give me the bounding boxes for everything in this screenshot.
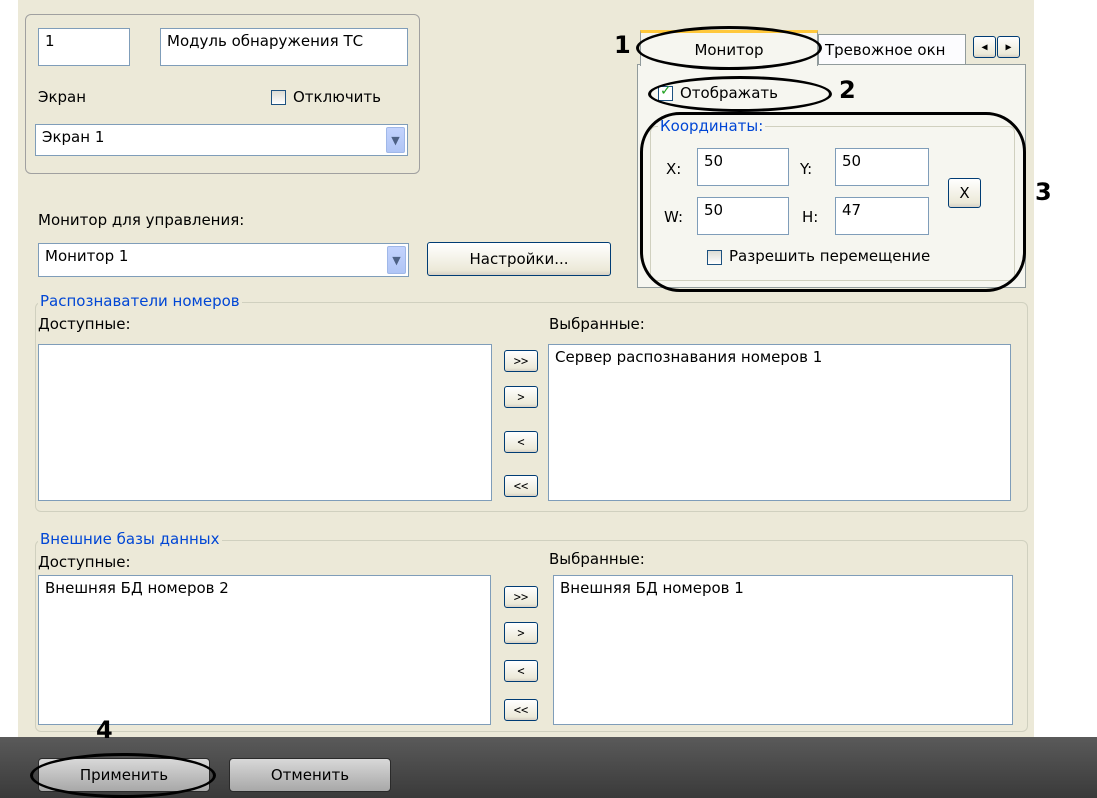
external-db-legend: Внешние базы данных bbox=[38, 530, 222, 548]
tab-monitor-label: Монитор bbox=[694, 40, 764, 59]
callout-number-4: 4 bbox=[96, 716, 113, 744]
recognizers-remove-button[interactable]: < bbox=[504, 431, 538, 453]
apply-button[interactable]: Применить bbox=[38, 758, 210, 792]
recognizers-add-button[interactable]: > bbox=[504, 386, 538, 408]
h-field[interactable]: 47 bbox=[835, 197, 929, 235]
chevron-left-icon: ◀ bbox=[981, 41, 988, 53]
external-db-selected-list[interactable]: Внешняя БД номеров 1 bbox=[553, 575, 1013, 725]
disable-checkbox[interactable] bbox=[271, 90, 286, 105]
clear-coordinates-button[interactable]: X bbox=[948, 178, 981, 208]
screen-select-value: Экран 1 bbox=[42, 128, 105, 146]
recognizers-selected-list[interactable]: Сервер распознавания номеров 1 bbox=[548, 344, 1011, 501]
chevron-down-icon: ▼ bbox=[392, 253, 401, 267]
settings-button[interactable]: Настройки... bbox=[427, 242, 611, 276]
list-item[interactable]: Внешняя БД номеров 1 bbox=[560, 579, 1006, 597]
monitor-select-value: Монитор 1 bbox=[45, 247, 129, 265]
h-label: H: bbox=[802, 208, 819, 226]
w-field[interactable]: 50 bbox=[697, 197, 789, 235]
tab-alarm-label: Тревожное окн bbox=[825, 40, 946, 59]
recognizers-add-all-button[interactable]: >> bbox=[504, 350, 538, 372]
recognizers-selected-label: Выбранные: bbox=[549, 315, 645, 333]
external-db-available-list[interactable]: Внешняя БД номеров 2 bbox=[38, 575, 491, 725]
list-item[interactable]: Внешняя БД номеров 2 bbox=[45, 579, 484, 597]
tab-scroll-left-button[interactable]: ◀ bbox=[973, 36, 996, 58]
recognizers-available-label: Доступные: bbox=[38, 315, 131, 333]
recognizers-available-list[interactable] bbox=[38, 344, 492, 501]
list-item[interactable]: Сервер распознавания номеров 1 bbox=[555, 348, 1004, 366]
monitor-control-label: Монитор для управления: bbox=[38, 211, 245, 229]
chevron-down-icon: ▼ bbox=[391, 133, 400, 147]
disable-label: Отключить bbox=[293, 88, 382, 106]
monitor-select[interactable]: Монитор 1 bbox=[38, 243, 409, 277]
tab-scroll-right-button[interactable]: ▶ bbox=[997, 36, 1020, 58]
x-label: X: bbox=[666, 160, 682, 178]
external-db-add-button[interactable]: > bbox=[504, 622, 538, 644]
w-label: W: bbox=[664, 208, 684, 226]
external-db-remove-all-button[interactable]: << bbox=[504, 699, 538, 721]
recognizers-legend: Распознаватели номеров bbox=[38, 292, 242, 310]
monitor-dropdown-button[interactable]: ▼ bbox=[387, 246, 406, 274]
callout-number-3: 3 bbox=[1035, 178, 1052, 206]
x-field[interactable]: 50 bbox=[697, 148, 789, 186]
screen-dropdown-button[interactable]: ▼ bbox=[386, 127, 405, 153]
coordinates-legend: Координаты: bbox=[658, 117, 766, 135]
show-label: Отображать bbox=[680, 84, 778, 102]
cancel-button[interactable]: Отменить bbox=[229, 758, 391, 792]
recognizers-remove-all-button[interactable]: << bbox=[504, 475, 538, 497]
tab-monitor[interactable]: Монитор bbox=[640, 30, 818, 66]
object-id-field[interactable]: 1 bbox=[38, 28, 130, 66]
external-db-add-all-button[interactable]: >> bbox=[504, 586, 538, 608]
screen-select[interactable]: Экран 1 bbox=[35, 124, 408, 156]
chevron-right-icon: ▶ bbox=[1005, 41, 1012, 53]
y-field[interactable]: 50 bbox=[835, 148, 929, 186]
external-db-available-label: Доступные: bbox=[38, 553, 131, 571]
allow-move-label: Разрешить перемещение bbox=[729, 247, 931, 265]
object-name-field[interactable]: Модуль обнаружения ТС bbox=[160, 28, 408, 66]
show-checkbox[interactable]: ✓ bbox=[658, 83, 673, 101]
y-label: Y: bbox=[800, 160, 813, 178]
screen-label: Экран bbox=[38, 88, 87, 106]
checkmark-icon: ✓ bbox=[660, 83, 672, 99]
external-db-remove-button[interactable]: < bbox=[504, 660, 538, 682]
allow-move-checkbox[interactable] bbox=[707, 250, 722, 265]
tab-alarm-window[interactable]: Тревожное окн bbox=[818, 34, 966, 64]
callout-number-1: 1 bbox=[614, 31, 631, 59]
external-db-selected-label: Выбранные: bbox=[549, 550, 645, 568]
callout-number-2: 2 bbox=[839, 76, 856, 104]
